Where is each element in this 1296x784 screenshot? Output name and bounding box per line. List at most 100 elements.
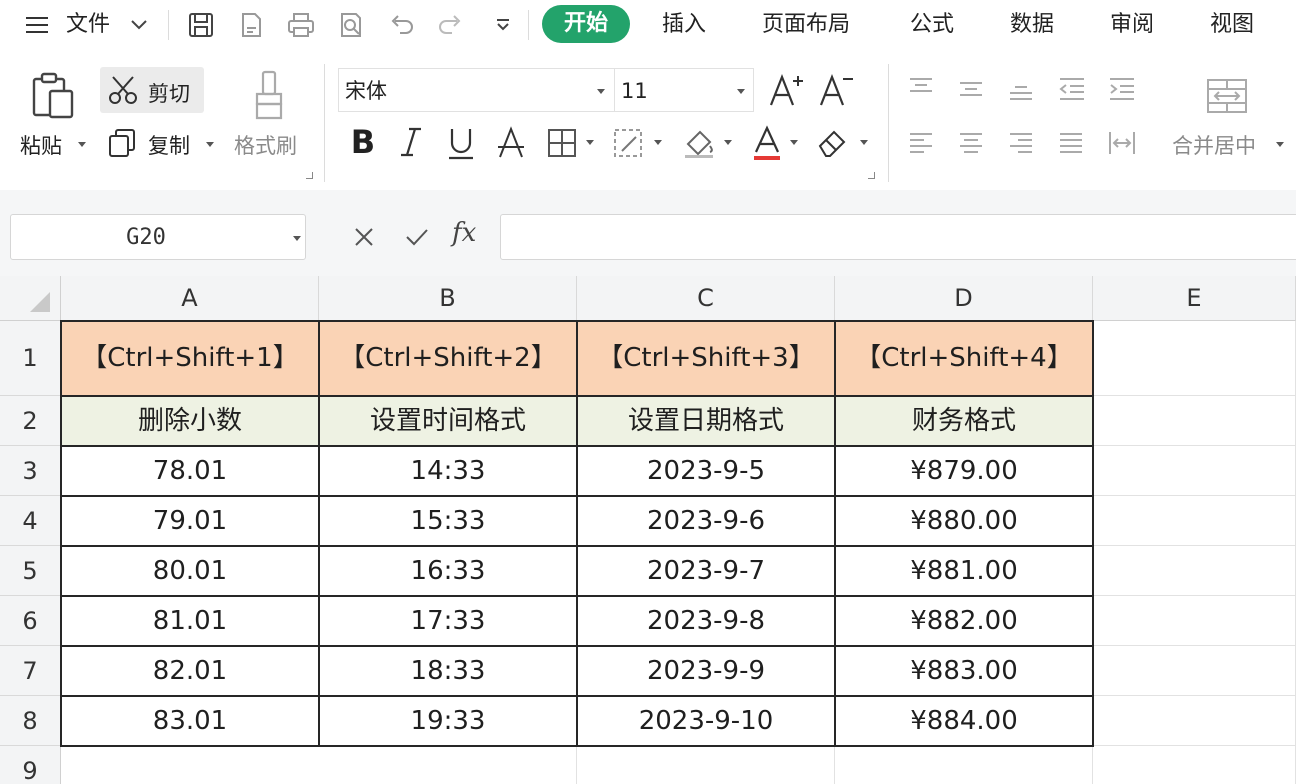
underline-icon[interactable] <box>442 122 480 164</box>
strikethrough-icon[interactable] <box>492 122 530 164</box>
cell-c3[interactable]: 2023-9-5 <box>577 446 835 496</box>
merge-center-icon[interactable] <box>1204 76 1250 116</box>
print-icon[interactable] <box>284 10 318 40</box>
tab-data[interactable]: 数据 <box>1010 8 1054 42</box>
fill-pattern-icon[interactable] <box>610 124 648 162</box>
cell-a8[interactable]: 83.01 <box>61 696 319 746</box>
copy-button[interactable]: 复制 <box>148 130 190 160</box>
column-header-d[interactable]: D <box>835 276 1093 321</box>
row-header-7[interactable]: 7 <box>0 646 61 696</box>
cell-b5[interactable]: 16:33 <box>319 546 577 596</box>
cell-a5[interactable]: 80.01 <box>61 546 319 596</box>
cell-d8[interactable]: ¥884.00 <box>835 696 1093 746</box>
cell-a3[interactable]: 78.01 <box>61 446 319 496</box>
borders-dropdown-icon[interactable] <box>586 140 594 145</box>
tab-insert[interactable]: 插入 <box>662 8 706 42</box>
save-icon[interactable] <box>184 10 218 40</box>
cell-b4[interactable]: 15:33 <box>319 496 577 546</box>
tab-page-layout[interactable]: 页面布局 <box>762 8 850 42</box>
align-bottom-icon[interactable] <box>1006 74 1036 104</box>
row-header-4[interactable]: 4 <box>0 496 61 546</box>
cell-b7[interactable]: 18:33 <box>319 646 577 696</box>
column-header-a[interactable]: A <box>61 276 319 321</box>
increase-indent-icon[interactable] <box>1106 74 1138 104</box>
format-painter-button[interactable]: 格式刷 <box>234 130 297 160</box>
cell-d1[interactable]: 【Ctrl+Shift+4】 <box>835 321 1093 396</box>
cell-d3[interactable]: ¥879.00 <box>835 446 1093 496</box>
align-middle-icon[interactable] <box>956 74 986 104</box>
cell-c7[interactable]: 2023-9-9 <box>577 646 835 696</box>
cell-d5[interactable]: ¥881.00 <box>835 546 1093 596</box>
hamburger-menu-icon[interactable] <box>20 10 54 40</box>
row-header-3[interactable]: 3 <box>0 446 61 496</box>
row-header-5[interactable]: 5 <box>0 546 61 596</box>
borders-icon[interactable] <box>544 124 580 162</box>
redo-icon[interactable] <box>434 10 468 40</box>
cancel-edit-icon[interactable] <box>350 222 378 252</box>
cell-a7[interactable]: 82.01 <box>61 646 319 696</box>
fill-color-dropdown-icon[interactable] <box>724 140 732 145</box>
cell-c2[interactable]: 设置日期格式 <box>577 396 835 446</box>
name-box[interactable]: G20 <box>10 214 306 260</box>
font-name-dropdown-icon[interactable] <box>597 89 605 94</box>
tab-view[interactable]: 视图 <box>1210 8 1254 42</box>
merge-center-dropdown-icon[interactable] <box>1276 142 1284 147</box>
undo-icon[interactable] <box>384 10 418 40</box>
cell-a1[interactable]: 【Ctrl+Shift+1】 <box>61 321 319 396</box>
paste-dropdown-icon[interactable] <box>78 142 86 147</box>
paste-button[interactable]: 粘贴 <box>20 130 62 160</box>
column-header-c[interactable]: C <box>577 276 835 321</box>
font-dialog-launcher[interactable] <box>868 172 875 179</box>
print-preview-icon[interactable] <box>334 10 368 40</box>
formula-input[interactable] <box>500 214 1296 260</box>
increase-font-size-icon[interactable] <box>766 70 806 110</box>
cell-d7[interactable]: ¥883.00 <box>835 646 1093 696</box>
align-left-icon[interactable] <box>906 128 936 158</box>
cell-b2[interactable]: 设置时间格式 <box>319 396 577 446</box>
copy-dropdown-icon[interactable] <box>206 142 214 147</box>
decrease-indent-icon[interactable] <box>1056 74 1088 104</box>
column-header-e[interactable]: E <box>1093 276 1296 321</box>
decrease-font-size-icon[interactable] <box>816 70 856 110</box>
row-header-2[interactable]: 2 <box>0 396 61 446</box>
align-top-icon[interactable] <box>906 74 936 104</box>
paste-icon[interactable] <box>28 70 78 122</box>
bold-icon[interactable]: B <box>344 122 382 162</box>
justify-icon[interactable] <box>1056 128 1086 158</box>
cell-b8[interactable]: 19:33 <box>319 696 577 746</box>
align-right-icon[interactable] <box>1006 128 1036 158</box>
fill-color-icon[interactable] <box>680 124 720 162</box>
file-menu[interactable]: 文件 <box>66 8 110 42</box>
cell-b3[interactable]: 14:33 <box>319 446 577 496</box>
cell-a4[interactable]: 79.01 <box>61 496 319 546</box>
cell-c5[interactable]: 2023-9-7 <box>577 546 835 596</box>
column-header-b[interactable]: B <box>319 276 577 321</box>
fill-pattern-dropdown-icon[interactable] <box>654 140 662 145</box>
font-size-select[interactable]: 11 <box>614 68 754 112</box>
name-box-dropdown-icon[interactable] <box>293 236 301 241</box>
row-header-6[interactable]: 6 <box>0 596 61 646</box>
row-header-1[interactable]: 1 <box>0 321 61 396</box>
copy-icon[interactable] <box>106 126 138 160</box>
format-painter-icon[interactable] <box>248 68 290 122</box>
tab-formulas[interactable]: 公式 <box>910 8 954 42</box>
cell-b1[interactable]: 【Ctrl+Shift+2】 <box>319 321 577 396</box>
clipboard-dialog-launcher[interactable] <box>306 172 313 179</box>
clear-format-icon[interactable] <box>814 124 854 162</box>
cell-c1[interactable]: 【Ctrl+Shift+3】 <box>577 321 835 396</box>
customize-toolbar-icon[interactable] <box>486 10 520 40</box>
font-name-select[interactable]: 宋体 <box>338 68 616 112</box>
select-all-corner[interactable] <box>0 276 61 321</box>
insert-function-button[interactable]: fx <box>452 218 476 248</box>
cell-c8[interactable]: 2023-9-10 <box>577 696 835 746</box>
cell-a2[interactable]: 删除小数 <box>61 396 319 446</box>
align-center-icon[interactable] <box>956 128 986 158</box>
export-pdf-icon[interactable] <box>234 10 268 40</box>
cell-c6[interactable]: 2023-9-8 <box>577 596 835 646</box>
confirm-edit-icon[interactable] <box>402 222 432 252</box>
font-color-dropdown-icon[interactable] <box>790 140 798 145</box>
cell-d2[interactable]: 财务格式 <box>835 396 1093 446</box>
italic-icon[interactable] <box>394 122 428 162</box>
cell-c4[interactable]: 2023-9-6 <box>577 496 835 546</box>
clear-format-dropdown-icon[interactable] <box>860 140 868 145</box>
